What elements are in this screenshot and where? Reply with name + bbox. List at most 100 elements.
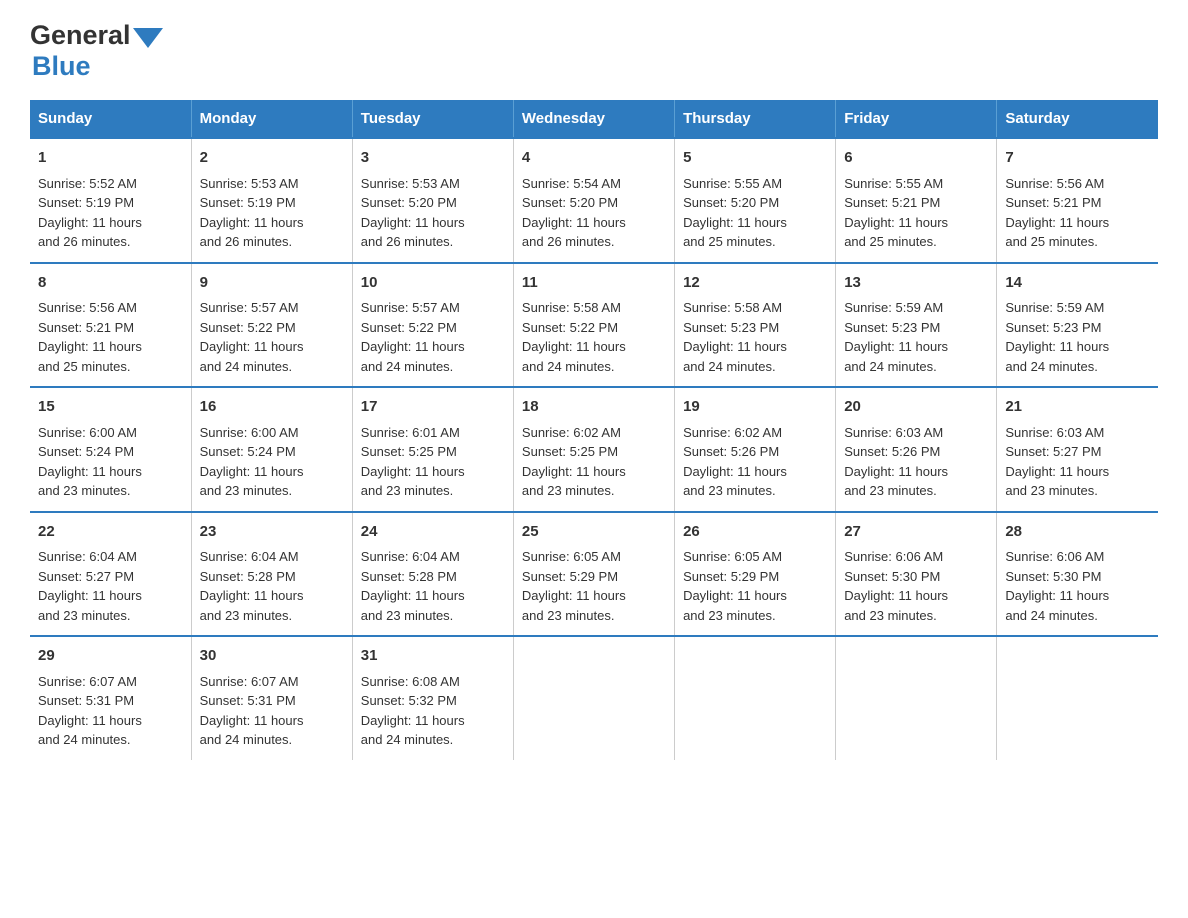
daylight-minutes: and 23 minutes. [1005,483,1098,498]
day-number: 15 [38,396,183,419]
day-number: 10 [361,272,505,295]
calendar-cell: 12Sunrise: 5:58 AMSunset: 5:23 PMDayligh… [675,263,836,388]
sunrise-text: Sunrise: 5:53 AM [361,176,460,191]
daylight-text: Daylight: 11 hours [1005,339,1109,354]
calendar-cell: 23Sunrise: 6:04 AMSunset: 5:28 PMDayligh… [191,512,352,637]
daylight-text: Daylight: 11 hours [361,464,465,479]
calendar-cell: 5Sunrise: 5:55 AMSunset: 5:20 PMDaylight… [675,138,836,263]
calendar-cell: 19Sunrise: 6:02 AMSunset: 5:26 PMDayligh… [675,387,836,512]
day-number: 6 [844,147,988,170]
weekday-header-sunday: Sunday [30,100,191,138]
sunrise-text: Sunrise: 6:02 AM [683,425,782,440]
day-number: 18 [522,396,666,419]
daylight-minutes: and 24 minutes. [38,732,131,747]
day-number: 4 [522,147,666,170]
day-number: 19 [683,396,827,419]
calendar-cell: 27Sunrise: 6:06 AMSunset: 5:30 PMDayligh… [836,512,997,637]
calendar-table: SundayMondayTuesdayWednesdayThursdayFrid… [30,100,1158,760]
logo-blue-text: Blue [32,51,91,81]
daylight-minutes: and 26 minutes. [522,234,615,249]
day-number: 11 [522,272,666,295]
day-number: 8 [38,272,183,295]
sunrise-text: Sunrise: 6:04 AM [200,549,299,564]
weekday-header-thursday: Thursday [675,100,836,138]
sunrise-text: Sunrise: 6:01 AM [361,425,460,440]
daylight-minutes: and 23 minutes. [200,483,293,498]
sunset-text: Sunset: 5:28 PM [361,569,457,584]
sunrise-text: Sunrise: 5:54 AM [522,176,621,191]
day-number: 20 [844,396,988,419]
daylight-text: Daylight: 11 hours [683,339,787,354]
daylight-minutes: and 25 minutes. [683,234,776,249]
logo-arrow-icon [133,20,163,50]
day-number: 30 [200,645,344,668]
calendar-week-row: 22Sunrise: 6:04 AMSunset: 5:27 PMDayligh… [30,512,1158,637]
calendar-cell: 1Sunrise: 5:52 AMSunset: 5:19 PMDaylight… [30,138,191,263]
daylight-text: Daylight: 11 hours [38,339,142,354]
daylight-text: Daylight: 11 hours [844,339,948,354]
calendar-week-row: 15Sunrise: 6:00 AMSunset: 5:24 PMDayligh… [30,387,1158,512]
weekday-header-tuesday: Tuesday [352,100,513,138]
calendar-cell: 30Sunrise: 6:07 AMSunset: 5:31 PMDayligh… [191,636,352,760]
daylight-minutes: and 24 minutes. [683,359,776,374]
daylight-text: Daylight: 11 hours [200,713,304,728]
calendar-cell: 11Sunrise: 5:58 AMSunset: 5:22 PMDayligh… [513,263,674,388]
calendar-cell: 24Sunrise: 6:04 AMSunset: 5:28 PMDayligh… [352,512,513,637]
sunset-text: Sunset: 5:21 PM [1005,195,1101,210]
daylight-text: Daylight: 11 hours [683,215,787,230]
daylight-text: Daylight: 11 hours [844,215,948,230]
calendar-cell: 9Sunrise: 5:57 AMSunset: 5:22 PMDaylight… [191,263,352,388]
day-number: 7 [1005,147,1150,170]
sunset-text: Sunset: 5:30 PM [1005,569,1101,584]
calendar-week-row: 1Sunrise: 5:52 AMSunset: 5:19 PMDaylight… [30,138,1158,263]
day-number: 22 [38,521,183,544]
daylight-text: Daylight: 11 hours [38,464,142,479]
sunrise-text: Sunrise: 5:55 AM [844,176,943,191]
sunrise-text: Sunrise: 5:55 AM [683,176,782,191]
sunrise-text: Sunrise: 5:53 AM [200,176,299,191]
daylight-text: Daylight: 11 hours [200,339,304,354]
calendar-cell [513,636,674,760]
weekday-header-monday: Monday [191,100,352,138]
daylight-minutes: and 24 minutes. [200,732,293,747]
weekday-header-row: SundayMondayTuesdayWednesdayThursdayFrid… [30,100,1158,138]
calendar-cell: 28Sunrise: 6:06 AMSunset: 5:30 PMDayligh… [997,512,1158,637]
day-number: 28 [1005,521,1150,544]
daylight-text: Daylight: 11 hours [844,588,948,603]
sunset-text: Sunset: 5:32 PM [361,693,457,708]
sunrise-text: Sunrise: 5:59 AM [844,300,943,315]
daylight-minutes: and 26 minutes. [38,234,131,249]
day-number: 26 [683,521,827,544]
day-number: 16 [200,396,344,419]
calendar-cell [997,636,1158,760]
daylight-minutes: and 23 minutes. [38,608,131,623]
sunset-text: Sunset: 5:21 PM [844,195,940,210]
daylight-text: Daylight: 11 hours [38,713,142,728]
sunrise-text: Sunrise: 6:03 AM [1005,425,1104,440]
daylight-minutes: and 23 minutes. [844,483,937,498]
daylight-text: Daylight: 11 hours [200,215,304,230]
weekday-header-wednesday: Wednesday [513,100,674,138]
logo: General Blue [30,20,163,82]
sunset-text: Sunset: 5:25 PM [361,444,457,459]
daylight-minutes: and 23 minutes. [361,608,454,623]
sunset-text: Sunset: 5:31 PM [38,693,134,708]
sunset-text: Sunset: 5:30 PM [844,569,940,584]
sunrise-text: Sunrise: 6:04 AM [38,549,137,564]
calendar-cell: 14Sunrise: 5:59 AMSunset: 5:23 PMDayligh… [997,263,1158,388]
day-number: 23 [200,521,344,544]
sunset-text: Sunset: 5:26 PM [683,444,779,459]
daylight-text: Daylight: 11 hours [522,464,626,479]
daylight-minutes: and 24 minutes. [361,359,454,374]
daylight-text: Daylight: 11 hours [38,588,142,603]
day-number: 17 [361,396,505,419]
daylight-minutes: and 23 minutes. [361,483,454,498]
calendar-cell [675,636,836,760]
daylight-minutes: and 24 minutes. [1005,608,1098,623]
sunset-text: Sunset: 5:20 PM [361,195,457,210]
daylight-minutes: and 25 minutes. [844,234,937,249]
daylight-text: Daylight: 11 hours [361,339,465,354]
day-number: 21 [1005,396,1150,419]
sunset-text: Sunset: 5:22 PM [200,320,296,335]
day-number: 24 [361,521,505,544]
